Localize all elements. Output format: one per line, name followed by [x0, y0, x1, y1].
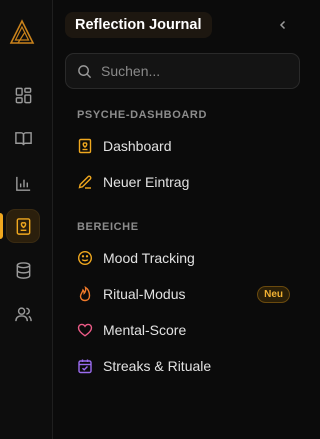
database-icon: [16, 261, 30, 279]
search-input[interactable]: [101, 63, 281, 79]
nav-item-label: Mental-Score: [103, 322, 187, 338]
rail-data-button[interactable]: [6, 253, 40, 287]
users-icon: [14, 306, 32, 321]
nav-item-dashboard[interactable]: Dashboard: [65, 131, 300, 161]
sidebar-title: Reflection Journal: [65, 12, 212, 38]
section-label-psyche-dashboard: PSYCHE-DASHBOARD: [77, 109, 207, 121]
nav-item-label: Streaks & Rituale: [103, 358, 212, 374]
calendar-icon: [78, 359, 92, 374]
sidebar-panel: Reflection Journal PSYCHE-DASHBOARD Dash…: [53, 0, 309, 439]
icon-rail: [0, 0, 53, 439]
pencil-icon: [78, 175, 92, 189]
logo-icon[interactable]: [9, 19, 35, 45]
rail-library-button[interactable]: [6, 121, 40, 155]
nav-item-new-entry[interactable]: Neuer Eintrag: [65, 167, 300, 197]
heart-icon: [77, 323, 93, 337]
search-icon: [78, 64, 92, 78]
journal-icon: [78, 138, 92, 154]
flame-icon: [79, 286, 91, 302]
search-box[interactable]: [65, 53, 300, 89]
active-indicator: [0, 213, 3, 239]
nav-item-label: Ritual-Modus: [103, 286, 186, 302]
nav-item-label: Neuer Eintrag: [103, 174, 190, 190]
rail-journal-button[interactable]: [6, 209, 40, 243]
rail-dashboard-button[interactable]: [6, 78, 40, 112]
nav-item-label: Mood Tracking: [103, 250, 195, 266]
nav-item-mental-score[interactable]: Mental-Score: [65, 315, 300, 345]
rail-stats-button[interactable]: [6, 166, 40, 200]
new-badge: Neu: [257, 286, 290, 303]
nav-item-mood-tracking[interactable]: Mood Tracking: [65, 243, 300, 273]
nav-item-streaks-rituals[interactable]: Streaks & Rituale: [65, 351, 300, 381]
chevron-left-icon: [279, 20, 286, 30]
section-label-bereiche: BEREICHE: [77, 221, 139, 233]
collapse-sidebar-button[interactable]: [273, 14, 293, 36]
journal-icon: [16, 217, 30, 235]
smile-icon: [77, 250, 93, 266]
nav-item-label: Dashboard: [103, 138, 172, 154]
book-icon: [14, 131, 32, 145]
nav-item-ritual-mode[interactable]: Ritual-Modus Neu: [65, 279, 300, 309]
rail-community-button[interactable]: [6, 297, 40, 331]
grid-icon: [15, 87, 31, 103]
bar-chart-icon: [15, 176, 30, 191]
